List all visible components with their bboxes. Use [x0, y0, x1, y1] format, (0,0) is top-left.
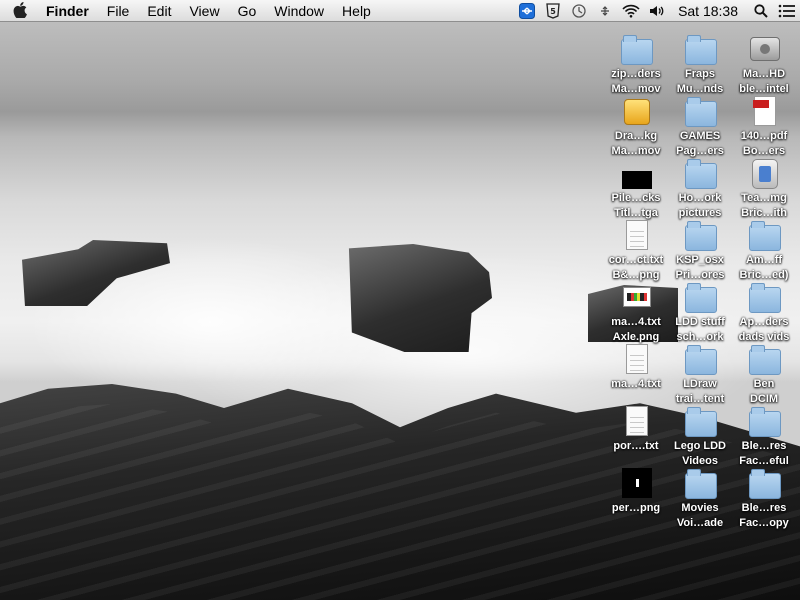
- folder-icon: [684, 157, 718, 191]
- desktop-icon[interactable]: 140…pdf Bo…ers: [729, 95, 799, 161]
- svg-text:5: 5: [550, 7, 556, 16]
- desktop-icon[interactable]: Am…ff Bric…ed): [729, 219, 799, 285]
- folder-icon: [684, 467, 718, 501]
- finder-app-menu[interactable]: Finder: [40, 0, 98, 22]
- desktop-icon-label: Ble…res: [741, 440, 787, 452]
- folder-icon: [684, 281, 718, 315]
- app-icon: [748, 157, 782, 191]
- folder-icon: [748, 343, 782, 377]
- drive-icon: [748, 33, 782, 67]
- desktop-icon-label: Ben: [753, 378, 775, 390]
- pdf-icon: [748, 95, 782, 129]
- menu-edit[interactable]: Edit: [138, 0, 180, 22]
- menu-go[interactable]: Go: [229, 0, 266, 22]
- folder-icon: [684, 405, 718, 439]
- menu-bar: Finder File Edit View Go Window Help 5 S…: [0, 0, 800, 22]
- desktop-icon[interactable]: Ben DCIM: [729, 343, 799, 409]
- menu-help[interactable]: Help: [333, 0, 380, 22]
- folder-icon: [748, 405, 782, 439]
- folder-icon: [620, 33, 654, 67]
- doc-icon: [620, 219, 654, 253]
- wifi-icon[interactable]: [618, 0, 644, 22]
- desktop-icon-label: Ma…HD: [742, 68, 786, 80]
- desktop-icon-label: Ap…ders: [739, 316, 789, 328]
- teamviewer-icon[interactable]: [514, 0, 540, 22]
- pkg-icon: [620, 95, 654, 129]
- folder-icon: [684, 95, 718, 129]
- folder-icon: [684, 33, 718, 67]
- folder-icon: [684, 219, 718, 253]
- desktop-icon-label: 140…pdf: [740, 130, 788, 142]
- desktop-icon[interactable]: Ma…HD ble…intel: [729, 33, 799, 99]
- wallpaper-rock: [348, 244, 492, 352]
- desktop-icon[interactable]: Ap…ders dads vids: [729, 281, 799, 347]
- thumb-icon: [620, 281, 654, 315]
- desktop-icon-label: Ble…res: [741, 502, 787, 514]
- blackbox-icon: [620, 467, 654, 501]
- doc-icon: [620, 405, 654, 439]
- desktop-icon[interactable]: Ble…res Fac…eful: [729, 405, 799, 471]
- folder-icon: [748, 219, 782, 253]
- desktop-icon[interactable]: Ble…res Fac…opy: [729, 467, 799, 533]
- menu-extras: 5 Sat 18:38: [514, 0, 800, 22]
- doc-icon: [620, 343, 654, 377]
- html5-icon[interactable]: 5: [540, 0, 566, 22]
- menu-file[interactable]: File: [98, 0, 139, 22]
- desktop-icon-label: Am…ff: [745, 254, 783, 266]
- wallpaper-rock: [22, 240, 170, 306]
- folder-icon: [748, 281, 782, 315]
- desktop-icon[interactable]: Tea…mg Bric…ith: [729, 157, 799, 223]
- bluetooth-icon[interactable]: [592, 0, 618, 22]
- notification-center-icon[interactable]: [774, 0, 800, 22]
- folder-icon: [684, 343, 718, 377]
- black-icon: [620, 157, 654, 191]
- desktop-icon-label: Tea…mg: [741, 192, 787, 204]
- folder-icon: [748, 467, 782, 501]
- volume-icon[interactable]: [644, 0, 670, 22]
- desktop-icon-label: Fac…opy: [739, 517, 789, 529]
- menu-window[interactable]: Window: [265, 0, 333, 22]
- menu-view[interactable]: View: [180, 0, 228, 22]
- apple-menu-icon[interactable]: [0, 0, 40, 22]
- time-machine-icon[interactable]: [566, 0, 592, 22]
- menubar-clock[interactable]: Sat 18:38: [670, 3, 748, 19]
- spotlight-search-icon[interactable]: [748, 0, 774, 22]
